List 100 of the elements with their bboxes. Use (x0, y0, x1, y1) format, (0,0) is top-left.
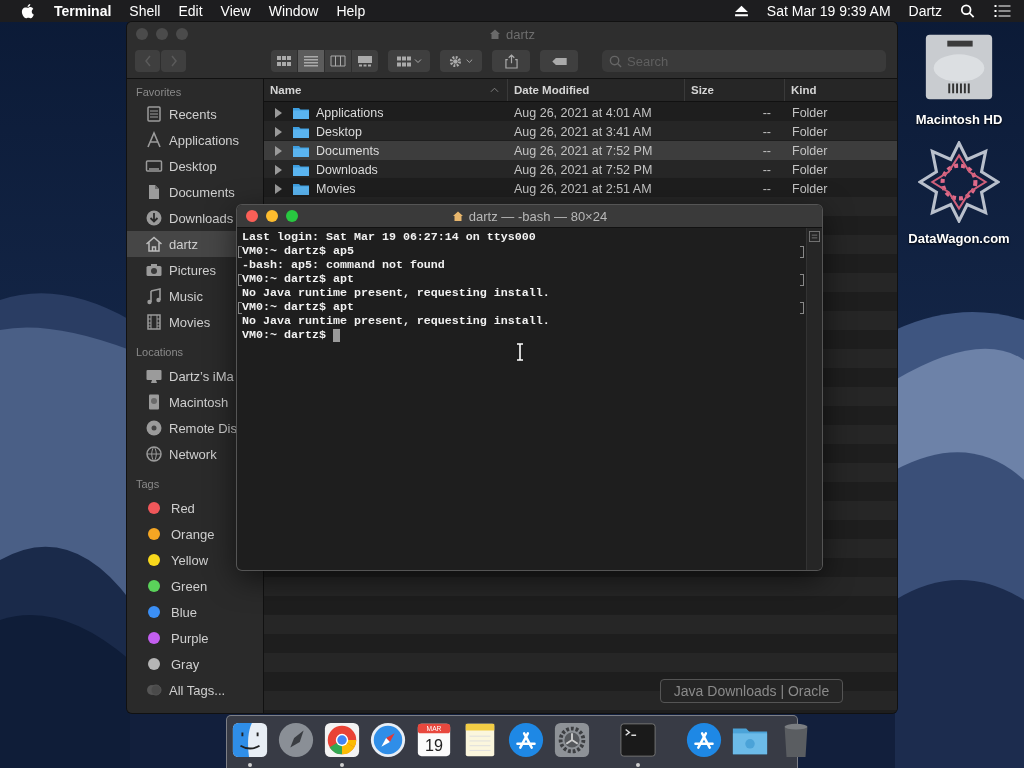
sidebar-item[interactable]: Music (127, 283, 236, 309)
film-icon (145, 313, 163, 331)
apple-logo-icon[interactable] (20, 2, 35, 20)
tag-item[interactable]: All Tags... (127, 677, 263, 703)
column-header[interactable]: Size (685, 79, 785, 101)
menu-item[interactable]: Shell (129, 3, 161, 19)
user-name[interactable]: Dartz (908, 3, 942, 19)
menu-item[interactable]: Edit (178, 3, 203, 19)
file-row[interactable]: Applications Aug 26, 2021 at 4:01 AM -- Folder (264, 103, 897, 122)
close-button[interactable] (246, 210, 258, 222)
sidebar-item[interactable]: Movies (127, 309, 236, 335)
table-cell-text: Folder (791, 143, 829, 158)
share-icon (504, 53, 518, 69)
table-cell-text: Folder (791, 124, 829, 139)
tooltip: Java Downloads | Oracle (660, 679, 843, 703)
a-glyph-icon (145, 131, 163, 149)
monitor-icon (145, 157, 163, 175)
terminal-line: VM0:~ dartz$ (242, 328, 327, 342)
section-heading: Tags (135, 478, 161, 492)
file-row[interactable]: Documents Aug 26, 2021 at 7:52 PM -- Folder (264, 141, 897, 160)
menu-icon[interactable] (993, 4, 1012, 18)
app-name-menu[interactable]: Terminal (54, 3, 112, 19)
split-pane-icon[interactable] (809, 231, 820, 242)
disclosure-triangle-icon[interactable] (274, 145, 282, 156)
file-row[interactable]: Downloads Aug 26, 2021 at 7:52 PM -- Folder (264, 160, 897, 179)
zoom-button[interactable] (286, 210, 298, 222)
tag-item[interactable]: Gray (127, 651, 236, 677)
home-icon (451, 210, 464, 222)
sidebar-item[interactable]: dartz (127, 231, 236, 257)
menu-item[interactable]: Window (268, 3, 319, 19)
disclosure-triangle-icon[interactable] (274, 183, 282, 194)
column-header[interactable]: Kind (785, 79, 897, 101)
app-store-icon[interactable] (507, 721, 545, 759)
all-tags-icon (145, 681, 163, 699)
sidebar-item[interactable]: Documents (127, 179, 263, 205)
grid-dropdown-icon (396, 54, 422, 68)
app-store-icon[interactable] (685, 721, 723, 759)
file-name: Documents (316, 143, 380, 158)
icon-view-icon[interactable] (271, 50, 297, 72)
sidebar-item[interactable]: Macintosh (127, 389, 236, 415)
terminal-icon[interactable] (619, 721, 657, 759)
color-wheel-icon[interactable] (323, 721, 361, 759)
terminal-line: -bash: ap5: command not found (242, 258, 445, 272)
gear-icon (448, 54, 474, 68)
tag-item[interactable]: Red (127, 495, 236, 521)
globe-icon (145, 445, 163, 463)
file-name: Downloads (316, 162, 378, 177)
chevron-right-icon (169, 55, 178, 67)
tag-icon (550, 56, 568, 66)
sidebar-item[interactable]: Dartz’s iMa (127, 363, 236, 389)
table-cell-text: -- (761, 105, 772, 120)
tag-button[interactable] (540, 50, 578, 72)
star-pattern-icon[interactable] (918, 141, 1000, 223)
table-cell-text: Folder (791, 105, 829, 120)
table-cell-text: Aug 26, 2021 at 4:01 AM (513, 105, 653, 120)
gallery-view-icon[interactable] (352, 50, 378, 72)
tag-item[interactable]: Yellow (127, 547, 236, 573)
compass-icon[interactable] (369, 721, 407, 759)
chevron-left-icon (143, 55, 152, 67)
tag-item[interactable]: Blue (127, 599, 236, 625)
group-button[interactable] (388, 50, 430, 72)
desktop-icon-label[interactable]: DataWagon.com (908, 231, 1010, 246)
sidebar-item[interactable]: Network (127, 441, 236, 467)
action-button[interactable] (440, 50, 482, 72)
share-button[interactable] (492, 50, 530, 72)
file-row[interactable]: Movies Aug 26, 2021 at 2:51 AM -- Folder (264, 179, 897, 198)
gear-icon[interactable] (553, 721, 591, 759)
column-view-icon[interactable] (325, 50, 351, 72)
disclosure-triangle-icon[interactable] (274, 126, 282, 137)
list-view-icon[interactable] (298, 50, 324, 72)
desktop-icon-label[interactable]: Macintosh HD (915, 112, 1003, 127)
terminal-line: Last login: Sat Mar 19 06:27:14 on ttys000 (242, 230, 536, 244)
tag-item[interactable]: Orange (127, 521, 236, 547)
column-header[interactable]: Date Modified (508, 79, 685, 101)
table-cell-text: -- (761, 162, 772, 177)
tag-item[interactable]: Purple (127, 625, 236, 651)
file-row[interactable]: Desktop Aug 26, 2021 at 3:41 AM -- Folder (264, 122, 897, 141)
eject-icon[interactable] (733, 4, 749, 18)
column-header[interactable]: Name (264, 79, 508, 101)
sidebar-item[interactable]: Applications (127, 127, 263, 153)
sidebar-item[interactable]: Pictures (127, 257, 236, 283)
tag-item[interactable]: Green (127, 573, 236, 599)
search-icon[interactable] (960, 4, 975, 18)
clock[interactable]: Sat Mar 19 9:39 AM (766, 3, 891, 19)
sidebar-item[interactable]: Remote Dis (127, 415, 236, 441)
menu-item[interactable]: View (220, 3, 251, 19)
menu-item[interactable]: Help (336, 3, 366, 19)
disclosure-triangle-icon[interactable] (274, 107, 282, 118)
file-name: Movies (316, 181, 356, 196)
sidebar-item[interactable]: Downloads (127, 205, 236, 231)
smiling-face-icon[interactable] (231, 721, 269, 759)
table-cell-text: Folder (791, 162, 829, 177)
minimize-button[interactable] (266, 210, 278, 222)
view-mode-icon (276, 55, 292, 67)
sidebar-item[interactable]: Desktop (127, 153, 263, 179)
home-icon (489, 28, 502, 40)
terminal-line: VM0:~ dartz$ ap5 (242, 244, 354, 258)
terminal-line: VM0:~ dartz$ apt (242, 272, 354, 286)
disclosure-triangle-icon[interactable] (274, 164, 282, 175)
sidebar-item[interactable]: Recents (127, 101, 263, 127)
